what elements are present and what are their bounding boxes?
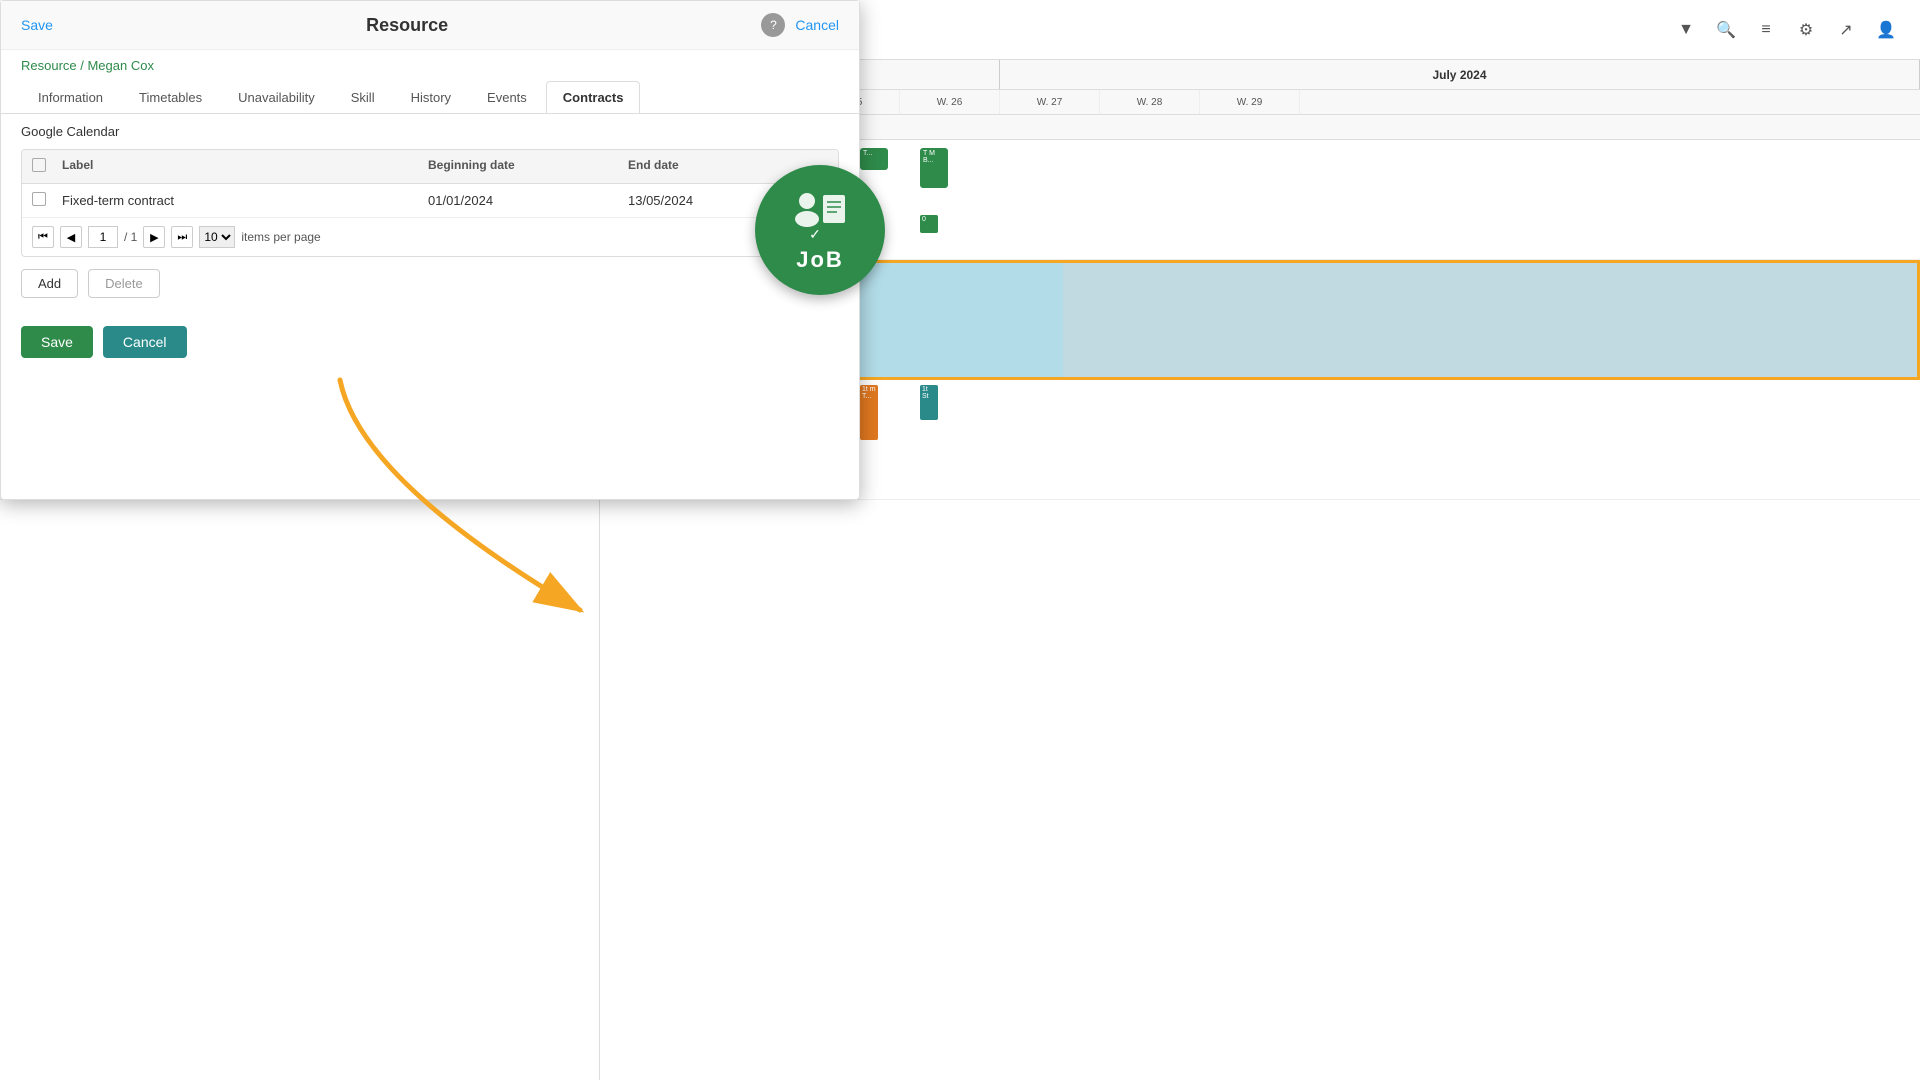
row-checkbox[interactable]	[32, 192, 46, 206]
modal-cancel-button[interactable]: Cancel	[795, 17, 839, 33]
google-calendar-label: Google Calendar	[1, 114, 859, 149]
gantt-search-icon[interactable]: 🔍	[1712, 16, 1740, 44]
days-more	[800, 115, 1920, 140]
row-beginning-date: 01/01/2024	[428, 193, 628, 208]
table-header: Label Beginning date End date	[22, 150, 838, 184]
july-label: July 2024	[1000, 60, 1920, 89]
lucy-task-3[interactable]: T...	[860, 148, 888, 170]
job-contract-icon: ✓	[785, 187, 855, 247]
week-29: W. 29	[1200, 90, 1300, 114]
tab-skill[interactable]: Skill	[334, 81, 392, 113]
row-label: Fixed-term contract	[62, 193, 428, 208]
tab-history[interactable]: History	[394, 81, 468, 113]
tab-timetables[interactable]: Timetables	[122, 81, 219, 113]
bottom-cancel-button[interactable]: Cancel	[103, 326, 187, 358]
megan-grey-area	[1063, 263, 1917, 377]
contracts-table: Label Beginning date End date Fixed-term…	[21, 149, 839, 257]
tab-contracts[interactable]: Contracts	[546, 81, 641, 113]
first-page-button[interactable]: ⏮	[32, 226, 54, 248]
next-page-button[interactable]: ▶	[143, 226, 165, 248]
col-label-header: Label	[62, 158, 428, 175]
col-beginning-header: Beginning date	[428, 158, 628, 175]
bottom-save-button[interactable]: Save	[21, 326, 93, 358]
header-checkbox[interactable]	[32, 158, 46, 172]
gantt-user-icon[interactable]: 👤	[1872, 16, 1900, 44]
job-icon-text: JoB	[796, 247, 844, 273]
modal-help-icon[interactable]: ?	[761, 13, 785, 37]
gantt-settings-icon[interactable]: ⚙	[1792, 16, 1820, 44]
items-per-page-label: items per page	[241, 230, 320, 244]
prev-page-button[interactable]: ◀	[60, 226, 82, 248]
page-separator: / 1	[124, 230, 137, 244]
action-buttons-row: Add Delete	[1, 257, 859, 310]
tab-events[interactable]: Events	[470, 81, 544, 113]
gantt-stack-icon[interactable]: ≡	[1752, 16, 1780, 44]
row-check	[32, 192, 62, 209]
pagination-row: ⏮ ◀ / 1 ▶ ⏭ 10 25 50 items per page 1 - …	[22, 218, 838, 256]
breadcrumb: Resource / Megan Cox	[1, 50, 859, 81]
col-check	[32, 158, 62, 175]
lucy-task-4[interactable]: T M B...	[920, 148, 948, 188]
week-27: W. 27	[1000, 90, 1100, 114]
tabs-container: Information Timetables Unavailability Sk…	[1, 81, 859, 114]
job-icon-circle: ✓ JoB	[755, 165, 885, 295]
daniel-orange-mid-2[interactable]: 1t m T...	[860, 385, 878, 440]
weeks-remainder	[1300, 90, 1920, 114]
last-page-button[interactable]: ⏭	[171, 226, 193, 248]
gantt-toolbar-icons: ▼ 🔍 ≡ ⚙ ↗ 👤	[1672, 16, 1900, 44]
gantt-export-icon[interactable]: ↗	[1832, 16, 1860, 44]
page-number-input[interactable]	[88, 226, 118, 248]
resource-modal: Save Resource ? Cancel Resource / Megan …	[0, 0, 860, 500]
items-per-page-select[interactable]: 10 25 50	[199, 226, 235, 248]
add-button[interactable]: Add	[21, 269, 78, 298]
tab-information[interactable]: Information	[21, 81, 120, 113]
daniel-teal-mid[interactable]: 1t St	[920, 385, 938, 420]
tab-unavailability[interactable]: Unavailability	[221, 81, 332, 113]
svg-text:✓: ✓	[809, 226, 821, 242]
breadcrumb-text: Resource / Megan Cox	[21, 58, 154, 73]
week-28: W. 28	[1100, 90, 1200, 114]
modal-header: Save Resource ? Cancel	[1, 1, 859, 50]
table-row[interactable]: Fixed-term contract 01/01/2024 13/05/202…	[22, 184, 838, 218]
gantt-filter-icon[interactable]: ▼	[1672, 16, 1700, 44]
bottom-actions: Save Cancel	[1, 310, 859, 374]
modal-save-button[interactable]: Save	[21, 17, 53, 33]
modal-title: Resource	[53, 15, 761, 36]
delete-button[interactable]: Delete	[88, 269, 160, 298]
week-26: W. 26	[900, 90, 1000, 114]
lucy-green-2[interactable]: 0	[920, 215, 938, 233]
